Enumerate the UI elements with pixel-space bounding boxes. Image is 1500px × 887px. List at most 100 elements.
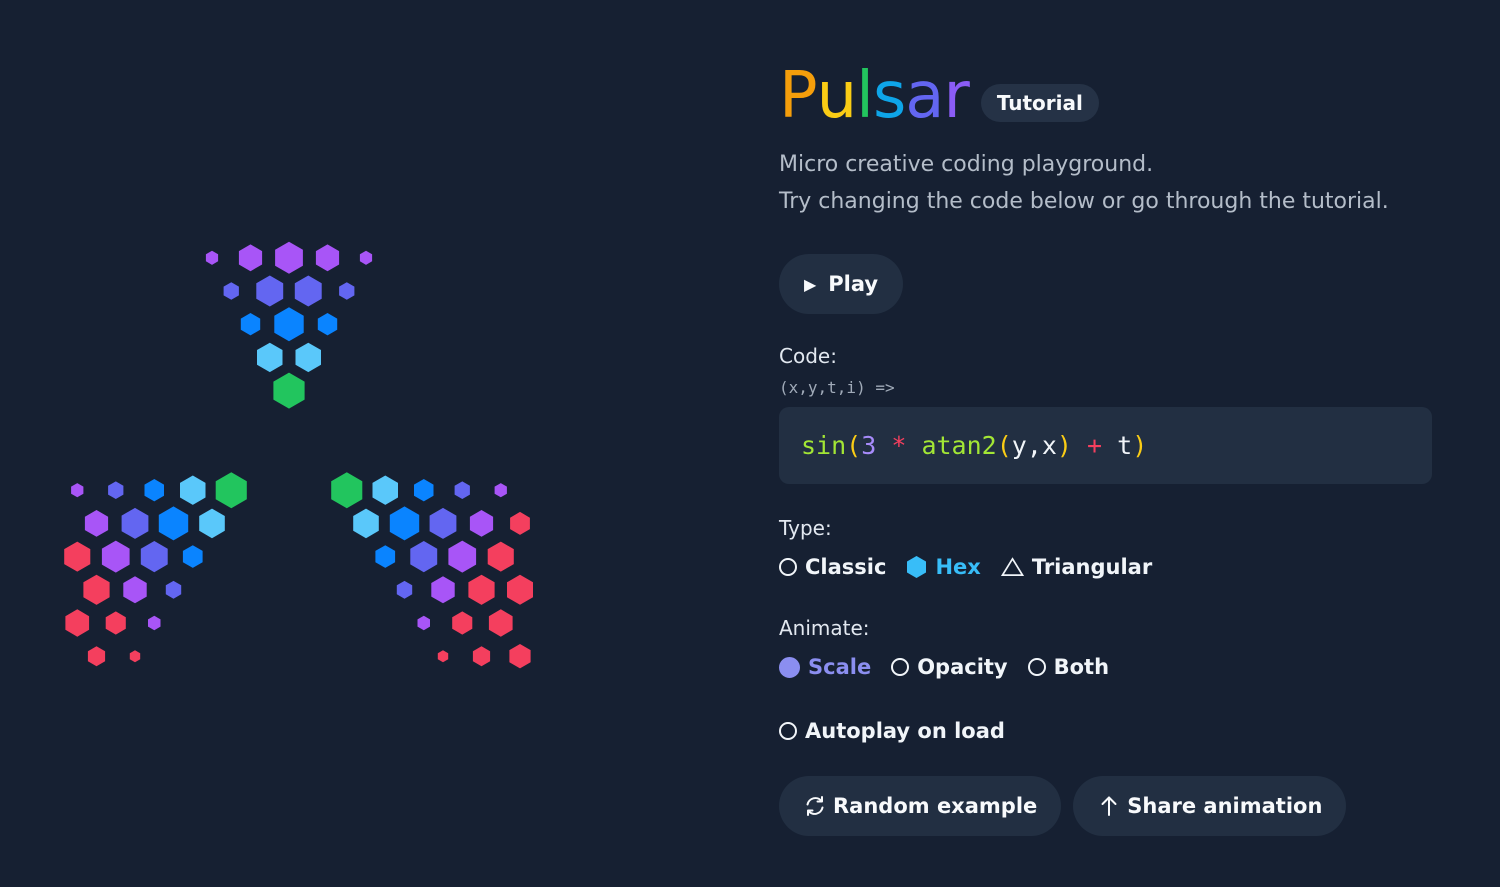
hex-cell [488, 609, 513, 637]
hex-cell [468, 574, 495, 605]
animate-option-label: Scale [808, 655, 872, 679]
animate-option-both[interactable]: Both [1027, 655, 1110, 679]
hex-cell [331, 472, 363, 509]
play-icon: ▶ [803, 274, 817, 294]
hex-cell [448, 540, 477, 573]
animate-section: Animate: Scale Opacity Both [779, 616, 1459, 682]
code-signature: (x,y,t,i) => [779, 378, 895, 397]
code-token: y,x [1011, 431, 1057, 460]
code-token: * [876, 431, 922, 460]
hex-cell [129, 650, 141, 663]
logo-letter: u [816, 59, 858, 133]
hex-cell [454, 481, 470, 499]
hex-cell [375, 545, 396, 568]
hex-cell [148, 615, 161, 631]
hex-cell [65, 609, 90, 637]
share-animation-button[interactable]: Share animation [1073, 776, 1347, 836]
animate-option-label: Opacity [917, 655, 1008, 679]
type-option-classic[interactable]: Classic [779, 555, 886, 579]
code-editor[interactable]: sin(3 * atan2(y,x) + t) [779, 407, 1432, 484]
hex-cell [182, 545, 203, 568]
logo-letter: r [943, 59, 970, 133]
hex-cell [240, 313, 261, 336]
hex-cell [223, 282, 239, 300]
play-button[interactable]: ▶ Play [779, 254, 903, 314]
animate-label: Animate: [779, 616, 870, 640]
play-label: Play [828, 272, 879, 296]
hex-cell [83, 574, 110, 605]
autoplay-label: Autoplay on load [805, 719, 1005, 743]
type-option-label: Triangular [1031, 555, 1153, 579]
autoplay-toggle[interactable]: Autoplay on load [779, 719, 1005, 743]
hex-cell [64, 541, 91, 572]
type-option-hex[interactable]: Hex [906, 555, 981, 579]
hex-cell [353, 508, 379, 539]
hex-cell [158, 506, 189, 541]
triangle-icon [1000, 557, 1024, 577]
share-animation-label: Share animation [1127, 794, 1323, 818]
title-row: Pulsar Tutorial [779, 60, 1459, 132]
hex-cell [215, 472, 247, 509]
hex-cell [101, 540, 130, 573]
hex-cell [417, 615, 430, 631]
type-option-triangular[interactable]: Triangular [1000, 555, 1153, 579]
hex-cell [165, 580, 182, 599]
hex-cell [431, 576, 455, 604]
type-option-label: Hex [935, 555, 981, 579]
hex-cell [315, 244, 340, 272]
subtitle: Micro creative coding playground. Try ch… [779, 146, 1459, 220]
hex-cell [256, 275, 284, 307]
visualization-canvas [0, 0, 760, 887]
hex-cell [144, 479, 164, 502]
code-token: 3 [861, 431, 877, 460]
hex-cell [410, 541, 438, 573]
animate-option-opacity[interactable]: Opacity [891, 655, 1008, 679]
code-section: Code: (x,y,t,i) => sin(3 * atan2(y,x) + … [779, 344, 1459, 484]
code-token: ( [996, 431, 1012, 460]
radio-selected-icon [779, 656, 800, 678]
hex-cell [437, 650, 449, 663]
code-token: ) [1056, 431, 1072, 460]
hex-cell [257, 342, 283, 373]
code-token: ( [846, 431, 862, 460]
hex-cell [71, 483, 84, 498]
animate-option-label: Both [1053, 655, 1110, 679]
hex-cell [275, 241, 303, 274]
tutorial-badge[interactable]: Tutorial [980, 84, 1099, 122]
hex-cell [396, 580, 413, 599]
control-panel: Pulsar Tutorial Micro creative coding pl… [779, 60, 1459, 836]
hex-cell [87, 646, 106, 667]
animate-option-scale[interactable]: Scale [779, 655, 871, 679]
code-token: ) [1132, 431, 1148, 460]
hex-cell [510, 511, 530, 535]
hex-cell [469, 510, 494, 537]
hex-cell [84, 510, 109, 537]
hex-cell [273, 372, 305, 409]
logo-letter: P [779, 59, 818, 133]
hex-cell [108, 481, 124, 499]
code-token: atan2 [921, 431, 997, 460]
hex-cell [274, 307, 304, 342]
subtitle-line-1: Micro creative coding playground. [779, 152, 1154, 177]
hex-cell [339, 282, 355, 300]
hex-grid-visualization [64, 241, 533, 669]
subtitle-line-2: Try changing the code below or go throug… [779, 189, 1389, 214]
hex-cell [487, 541, 514, 572]
hex-cell [507, 574, 533, 605]
hex-cell [509, 644, 531, 669]
hex-cell [123, 576, 147, 604]
code-token: t [1117, 431, 1133, 460]
random-example-label: Random example [833, 794, 1038, 818]
random-example-button[interactable]: Random example [779, 776, 1062, 836]
radio-circle-icon [1027, 658, 1046, 676]
hex-cell [294, 275, 322, 307]
radio-circle-icon [779, 558, 797, 576]
logo-letter: s [872, 59, 906, 133]
hex-cell [372, 475, 398, 505]
animate-options: Scale Opacity Both [779, 652, 1459, 682]
autoplay-section: Autoplay on load [779, 716, 1459, 746]
hex-cell [205, 250, 219, 265]
radio-circle-icon [779, 722, 797, 740]
logo-letter: l [856, 59, 874, 133]
type-option-label: Classic [805, 555, 887, 579]
